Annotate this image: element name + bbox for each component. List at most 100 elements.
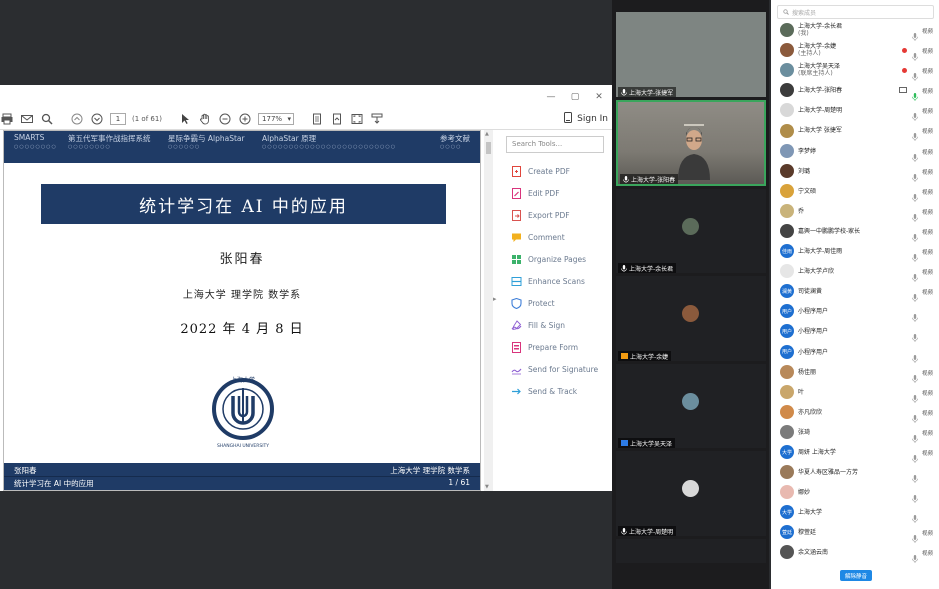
scroll-up-icon[interactable]: ▲ <box>485 131 489 137</box>
video-tile[interactable]: 上海大学吴天泽 <box>616 364 766 448</box>
mic-icon[interactable] <box>912 187 918 202</box>
pdf-scrollbar[interactable]: ▲ ▼ <box>484 130 493 491</box>
mic-icon[interactable] <box>912 207 918 222</box>
participant-row[interactable]: 乔 视频 <box>771 201 939 222</box>
fit-page-icon[interactable] <box>310 112 324 126</box>
video-status-label[interactable]: 视频 <box>922 107 933 115</box>
print-icon[interactable] <box>0 112 14 126</box>
tool-enhance-scans[interactable]: Enhance Scans <box>500 270 612 292</box>
video-status-label[interactable]: 视频 <box>922 529 933 537</box>
participant-row[interactable]: 上海大学-周楚明 视频 <box>771 100 939 122</box>
participant-row[interactable]: 李梦婷 视频 <box>771 141 939 162</box>
participant-row[interactable]: 娜妙 <box>771 482 939 504</box>
scrollbar-thumb[interactable] <box>486 142 491 154</box>
unmute-all-button[interactable]: 解除静音 <box>840 570 872 581</box>
tools-search-input[interactable]: Search Tools... <box>506 136 604 153</box>
mic-icon[interactable] <box>912 46 918 62</box>
participant-row[interactable]: 大学 周妍 上海大学 视频 <box>771 442 939 463</box>
video-status-label[interactable]: 视频 <box>922 369 933 377</box>
tool-protect[interactable]: Protect <box>500 292 612 314</box>
mic-icon[interactable] <box>912 508 918 524</box>
mic-icon[interactable] <box>912 348 918 363</box>
participant-row[interactable]: 上海大学-余长君 (我) 视频 <box>771 20 939 41</box>
mic-icon[interactable] <box>912 488 918 504</box>
participant-row[interactable]: 叶 视频 <box>771 382 939 403</box>
close-button[interactable]: ✕ <box>594 92 604 102</box>
annotate-icon[interactable] <box>370 112 384 126</box>
participant-row[interactable]: 用户 小程序用户 <box>771 342 939 363</box>
participant-row[interactable]: 杨佳丽 视频 <box>771 362 939 383</box>
participant-row[interactable]: 澜黄 司徒澜黄 视频 <box>771 281 939 303</box>
participant-row[interactable]: 嘉興一中鹏鹏学校-家长 视频 <box>771 221 939 242</box>
slide-nav-item[interactable]: SMARTS <box>14 133 44 142</box>
sign-in-button[interactable]: Sign In <box>564 111 608 126</box>
video-status-label[interactable]: 视频 <box>922 409 933 417</box>
scroll-mode-icon[interactable] <box>330 112 344 126</box>
tool-comment[interactable]: Comment <box>500 226 612 248</box>
video-status-label[interactable]: 视频 <box>922 87 933 95</box>
zoom-select[interactable]: 177% <box>258 112 295 125</box>
mic-icon[interactable] <box>912 126 918 142</box>
mic-icon[interactable] <box>912 448 918 463</box>
video-status-label[interactable]: 视频 <box>922 268 933 276</box>
scroll-down-icon[interactable]: ▼ <box>485 484 489 490</box>
video-status-label[interactable]: 视频 <box>922 168 933 176</box>
mic-icon[interactable] <box>912 528 918 544</box>
page-down-icon[interactable] <box>90 112 104 126</box>
mic-icon[interactable] <box>912 106 918 122</box>
mic-icon[interactable] <box>912 147 918 162</box>
participant-search-input[interactable]: 搜索成员 <box>777 5 934 19</box>
slide-nav-item[interactable]: 第五代军事作战指挥系统 <box>68 133 151 144</box>
tool-send-track[interactable]: Send & Track <box>500 380 612 402</box>
participant-row[interactable]: 佳雨 上海大学-周佳雨 视频 <box>771 241 939 263</box>
mic-icon[interactable] <box>912 247 918 263</box>
mic-icon[interactable] <box>912 368 918 383</box>
video-status-label[interactable]: 视频 <box>922 188 933 196</box>
video-status-label[interactable]: 视频 <box>922 228 933 236</box>
video-status-label[interactable]: 视频 <box>922 288 933 296</box>
participant-row[interactable]: 上海大学-余婕 (主持人) 视频 <box>771 40 939 62</box>
mic-icon[interactable] <box>912 468 918 484</box>
slide-nav-item[interactable]: 参考文献 <box>440 133 470 144</box>
mic-icon[interactable] <box>912 548 918 564</box>
page-up-icon[interactable] <box>70 112 84 126</box>
tool-export-pdf[interactable]: Export PDF <box>500 204 612 226</box>
chevron-right-icon[interactable]: ▸ <box>493 295 497 303</box>
mic-icon[interactable] <box>912 26 918 41</box>
participant-row[interactable]: 萱廷 穆萱廷 视频 <box>771 522 939 544</box>
participant-row[interactable]: 用户 小程序用户 <box>771 301 939 323</box>
participant-row[interactable]: 亦凡欣欣 视频 <box>771 402 939 423</box>
search-icon[interactable] <box>40 112 54 126</box>
mic-icon[interactable] <box>912 167 918 182</box>
video-tile[interactable]: 上海大学-周楚明 <box>616 451 766 536</box>
participant-row[interactable]: 宁文硕 视频 <box>771 181 939 202</box>
participant-row[interactable]: 余文涵云南 视频 <box>771 542 939 564</box>
mic-icon[interactable] <box>912 428 918 443</box>
participant-row[interactable]: 用户 小程序用户 <box>771 321 939 343</box>
video-status-label[interactable]: 视频 <box>922 429 933 437</box>
mic-icon[interactable] <box>912 327 918 343</box>
tool-edit-pdf[interactable]: Edit PDF <box>500 182 612 204</box>
mic-icon[interactable] <box>912 307 918 323</box>
video-status-label[interactable]: 视频 <box>922 449 933 457</box>
tool-organize-pages[interactable]: Organize Pages <box>500 248 612 270</box>
participant-row[interactable]: 大学 上海大学 <box>771 502 939 524</box>
participant-row[interactable]: 张琦 视频 <box>771 422 939 443</box>
email-icon[interactable] <box>20 112 34 126</box>
participant-row[interactable]: 刘璐 视频 <box>771 161 939 182</box>
hand-tool-icon[interactable] <box>198 112 212 126</box>
mic-icon[interactable] <box>912 287 918 303</box>
participant-row[interactable]: 上海大学-张阳春 视频 <box>771 80 939 102</box>
maximize-button[interactable]: ▢ <box>570 92 580 102</box>
tool-fill-sign[interactable]: Fill & Sign <box>500 314 612 336</box>
participant-row[interactable]: 上海大学 张捷军 视频 <box>771 120 939 142</box>
tool-create-pdf[interactable]: Create PDF <box>500 160 612 182</box>
video-status-label[interactable]: 视频 <box>922 127 933 135</box>
video-tile[interactable] <box>616 539 766 563</box>
participant-row[interactable]: 华夏人寿区雅品一方芳 <box>771 462 939 484</box>
mic-icon[interactable] <box>912 408 918 423</box>
participant-row[interactable]: 上海大学卢欣 视频 <box>771 261 939 283</box>
video-status-label[interactable]: 视频 <box>922 549 933 557</box>
mic-icon[interactable] <box>912 86 918 102</box>
video-status-label[interactable]: 视频 <box>922 47 933 55</box>
